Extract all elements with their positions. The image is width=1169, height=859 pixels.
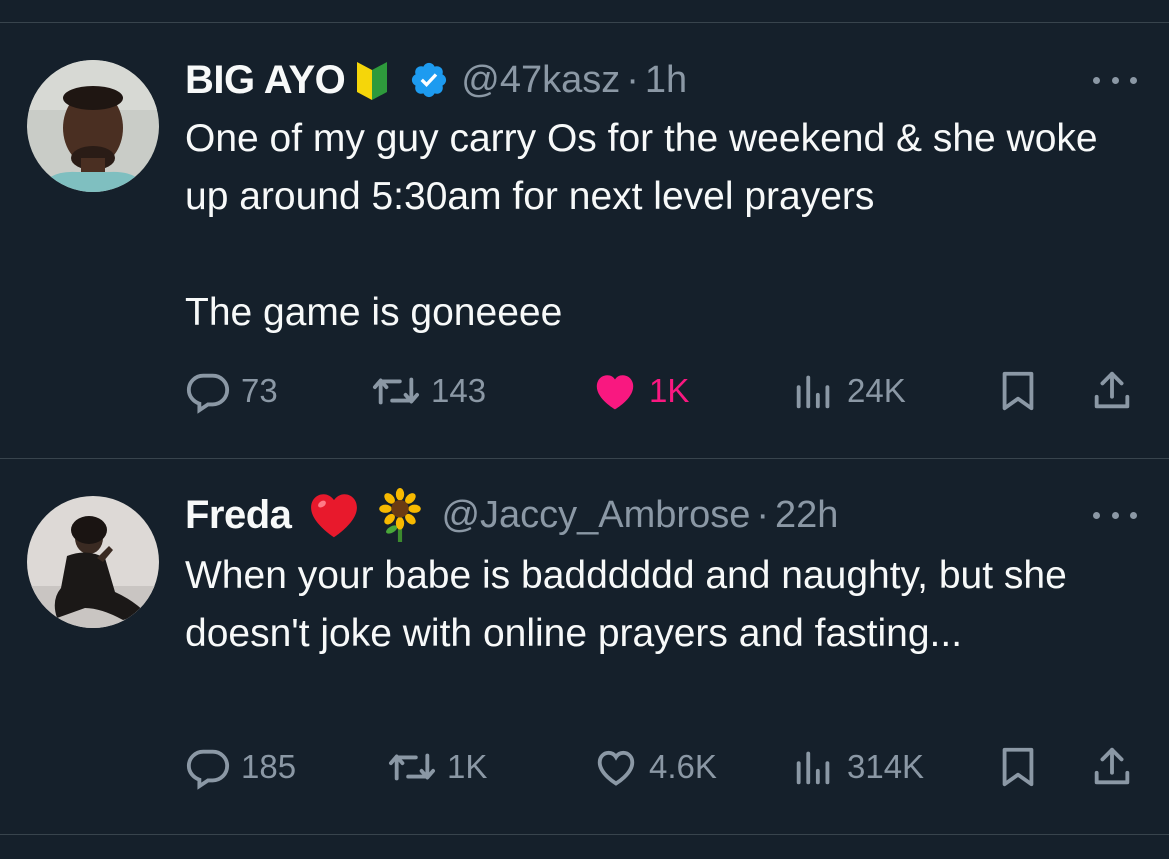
reply-icon xyxy=(185,368,231,414)
avatar[interactable] xyxy=(27,60,159,192)
views-button[interactable]: 24K xyxy=(791,366,906,416)
tweet-text: One of my guy carry Os for the weekend &… xyxy=(185,117,1098,334)
action-bar: 185 1K 4.6K 314K xyxy=(185,742,1145,792)
share-icon xyxy=(1089,368,1135,414)
like-button[interactable]: 4.6K xyxy=(593,742,717,792)
bookmark-button[interactable] xyxy=(995,366,1041,416)
bottom-divider xyxy=(0,834,1169,835)
display-name[interactable]: BIG AYO xyxy=(185,58,346,103)
retweet-count: 143 xyxy=(431,372,487,409)
timestamp[interactable]: 22h xyxy=(775,494,838,537)
action-bar: 73 143 1K 24K xyxy=(185,366,1145,416)
display-name[interactable]: Freda xyxy=(185,493,292,538)
view-count: 314K xyxy=(847,748,925,785)
more-dot xyxy=(1093,76,1100,84)
like-count: 1K xyxy=(649,372,690,409)
sunflower-emoji-icon xyxy=(375,488,425,542)
more-options-button[interactable] xyxy=(1093,503,1137,527)
views-button[interactable]: 314K xyxy=(791,742,924,792)
share-button[interactable] xyxy=(1089,742,1135,792)
tweet-header: BIG AYO @47kasz · 1h xyxy=(185,52,687,108)
bookmark-icon xyxy=(995,368,1041,414)
retweet-button[interactable]: 1K xyxy=(387,742,487,792)
tweet-text: When your babe is badddddd and naughty, … xyxy=(185,554,1078,655)
timestamp[interactable]: 1h xyxy=(645,59,687,102)
more-dot xyxy=(1111,76,1119,84)
reply-count: 73 xyxy=(241,372,278,409)
reply-button[interactable]: 73 xyxy=(185,366,278,416)
separator: · xyxy=(626,58,639,101)
more-dot xyxy=(1130,511,1137,519)
beginner-badge-icon xyxy=(355,58,389,102)
verified-badge-icon xyxy=(409,60,449,100)
more-options-button[interactable] xyxy=(1093,68,1137,92)
more-dot xyxy=(1093,511,1100,519)
views-chart-icon xyxy=(791,744,837,790)
bookmark-button[interactable] xyxy=(995,742,1041,792)
user-handle[interactable]: @Jaccy_Ambrose xyxy=(441,494,750,537)
like-count: 4.6K xyxy=(649,748,717,785)
red-heart-emoji-icon xyxy=(307,491,361,539)
heart-outline-icon xyxy=(593,744,639,790)
avatar[interactable] xyxy=(27,496,159,628)
view-count: 24K xyxy=(847,372,906,409)
separator: · xyxy=(756,493,769,536)
more-dot xyxy=(1111,511,1119,519)
reply-count: 185 xyxy=(241,748,297,785)
views-chart-icon xyxy=(791,368,837,414)
tweet-divider xyxy=(0,458,1169,459)
bookmark-icon xyxy=(995,744,1041,790)
retweet-icon xyxy=(387,744,437,790)
retweet-button[interactable]: 143 xyxy=(371,366,486,416)
reply-button[interactable]: 185 xyxy=(185,742,296,792)
share-button[interactable] xyxy=(1089,366,1135,416)
heart-filled-icon xyxy=(591,368,639,414)
top-divider xyxy=(0,22,1169,23)
tweet-header: Freda @Jaccy_Ambrose · 22h xyxy=(185,487,838,543)
more-dot xyxy=(1130,76,1137,84)
reply-icon xyxy=(185,744,231,790)
like-button[interactable]: 1K xyxy=(591,366,689,416)
share-icon xyxy=(1089,744,1135,790)
retweet-count: 1K xyxy=(447,748,488,785)
retweet-icon xyxy=(371,368,421,414)
user-handle[interactable]: @47kasz xyxy=(461,59,620,102)
